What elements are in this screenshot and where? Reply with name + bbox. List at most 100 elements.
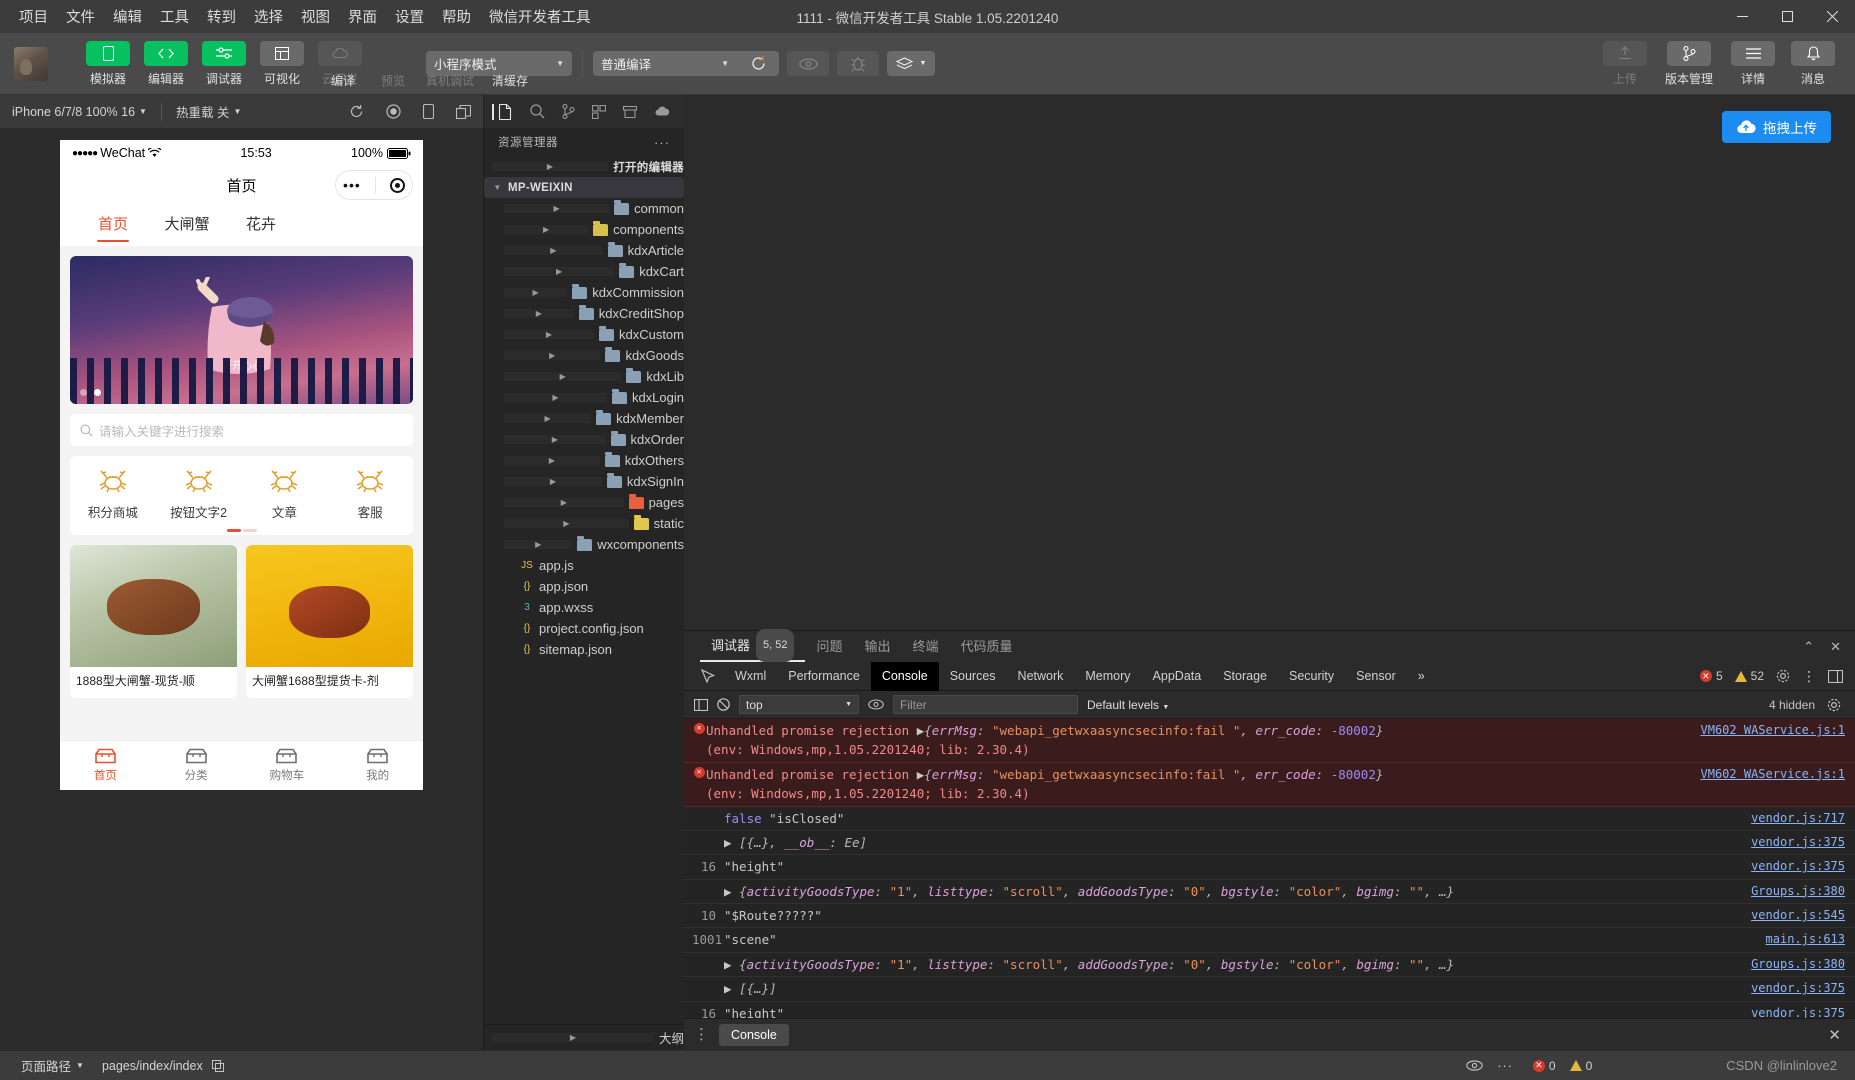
menu-item-project[interactable]: 项目 [10,2,57,31]
grid-item-service[interactable]: 客服 [327,468,413,521]
menu-item-devtools[interactable]: 微信开发者工具 [480,2,600,31]
cloud-icon[interactable] [654,106,670,117]
tabbar-item-home[interactable]: 首页 [60,741,151,790]
tree-item-common[interactable]: common [484,198,684,219]
expand-arrow-icon[interactable]: ▶ [724,957,739,972]
tree-item-kdxmember[interactable]: kdxMember [484,408,684,429]
console-log-row[interactable]: ▶ {activityGoodsType: "1", listtype: "sc… [684,953,1855,978]
console-log-row[interactable]: 1001 "scene" main.js:613 [684,928,1855,953]
console-error-row[interactable]: ✕ Unhandled promise rejection ▶{errMsg: "… [684,762,1855,807]
clear-icon[interactable] [717,698,730,711]
phone-tab-home[interactable]: 首页 [76,204,150,246]
toolbar-button-details[interactable]: 详情 [1727,40,1779,87]
console-log-row[interactable]: ▶ [{…}] vendor.js:375 [684,977,1855,1002]
panel-tab-sensor[interactable]: Sensor [1345,662,1407,691]
kebab-icon[interactable]: ⋮ [1802,669,1816,683]
refresh-icon[interactable] [349,104,364,119]
collapse-icon[interactable]: ⌃ [1803,639,1814,655]
branch-icon[interactable] [562,104,575,119]
phone-tab-flower[interactable]: 花卉 [224,204,298,246]
status-page-path-label[interactable]: 页面路径 ▼ [12,1051,93,1080]
tree-section-project[interactable]: MP-WEIXIN [484,177,684,198]
explorer-outline-section[interactable]: 大纲 [484,1024,684,1050]
tree-item-kdxcommission[interactable]: kdxCommission [484,282,684,303]
banner-carousel[interactable]: 开开心心 [70,256,413,404]
console-source-link[interactable]: VM602 WAService.js:1 [1687,721,1846,740]
eye-icon[interactable] [1466,1060,1484,1071]
status-warning-count[interactable]: 0 [1569,1059,1592,1073]
wechat-capsule[interactable]: ••• [335,170,413,200]
more-icon[interactable]: ··· [654,135,670,150]
gear-icon[interactable] [1827,698,1845,712]
tabbar-item-cart[interactable]: 购物车 [242,741,333,790]
menu-item-interface[interactable]: 界面 [339,2,386,31]
close-button[interactable] [1810,0,1855,33]
tree-item-project-config[interactable]: {} project.config.json [484,618,684,639]
panel-tab-performance[interactable]: Performance [777,662,871,691]
extensions-icon[interactable] [592,104,606,119]
grid-item-credit-shop[interactable]: 积分商城 [70,468,156,521]
tree-item-kdxcreditshop[interactable]: kdxCreditShop [484,303,684,324]
file-tree[interactable]: 打开的编辑器 MP-WEIXIN common components kdxAr… [484,156,684,1024]
tree-item-kdxsignin[interactable]: kdxSignIn [484,471,684,492]
error-count-badge[interactable]: ✕ 5 [1699,669,1723,683]
tree-item-app-wxss[interactable]: 3 app.wxss [484,597,684,618]
panel-tab-sources[interactable]: Sources [939,662,1007,691]
console-source-link[interactable]: vendor.js:717 [1737,809,1845,828]
console-log-list[interactable]: ✕ Unhandled promise rejection ▶{errMsg: "… [684,719,1855,1018]
tree-item-kdxgoods[interactable]: kdxGoods [484,345,684,366]
tree-item-sitemap[interactable]: {} sitemap.json [484,639,684,660]
banner-dot[interactable] [80,389,87,396]
product-card[interactable]: 1888型大闸蟹-现货-顺 [70,545,237,698]
console-filter-input[interactable]: Filter [893,695,1078,714]
minimize-button[interactable] [1720,0,1765,33]
tree-item-kdxlogin[interactable]: kdxLogin [484,387,684,408]
expand-arrow-icon[interactable]: ▶ [724,835,739,850]
console-error-row[interactable]: ✕ Unhandled promise rejection ▶{errMsg: "… [684,719,1855,763]
phone-tab-crab[interactable]: 大闸蟹 [150,204,224,246]
close-icon[interactable]: ✕ [1830,639,1841,655]
console-source-link[interactable]: vendor.js:375 [1737,857,1845,876]
avatar[interactable] [14,46,48,81]
remote-debug-button[interactable] [837,51,879,76]
console-log-row[interactable]: false "isClosed" vendor.js:717 [684,807,1855,831]
more-icon[interactable]: ··· [1497,1059,1513,1073]
capsule-more-icon[interactable]: ••• [343,177,361,193]
panel-tab-storage[interactable]: Storage [1212,662,1278,691]
close-icon[interactable]: ✕ [1828,1026,1855,1044]
inspect-element-icon[interactable] [692,669,724,683]
banner-dots[interactable] [80,389,101,396]
tree-item-static[interactable]: static [484,513,684,534]
warning-count-badge[interactable]: 52 [1734,669,1764,683]
console-log-row[interactable]: 16 "height" vendor.js:375 [684,1002,1855,1019]
console-context-select[interactable]: top ▼ [739,695,859,714]
menu-item-help[interactable]: 帮助 [433,2,480,31]
console-source-link[interactable]: Groups.js:380 [1737,882,1845,901]
toolbar-button-version[interactable]: 版本管理 [1659,40,1719,87]
console-log-row[interactable]: ▶ [{…}, __ob__: Ee] vendor.js:375 [684,831,1855,856]
hot-reload-select[interactable]: 热重载 关 [176,102,229,121]
tree-item-kdxcart[interactable]: kdxCart [484,261,684,282]
toolbar-button-upload[interactable]: 上传 [1599,40,1651,87]
devtools-tab-code-quality[interactable]: 代码质量 [950,631,1024,662]
tree-item-kdxarticle[interactable]: kdxArticle [484,240,684,261]
product-card[interactable]: 大闸蟹1688型提货卡-剂 [246,545,413,698]
console-levels-select[interactable]: Default levels ▼ [1087,698,1169,712]
gear-icon[interactable] [1776,669,1790,683]
panel-tab-memory[interactable]: Memory [1074,662,1141,691]
expand-arrow-icon[interactable]: ▶ [724,981,739,996]
phone-search-input[interactable]: 请输入关键字进行搜索 [70,414,413,446]
status-page-path[interactable]: pages/index/index [93,1051,233,1080]
menu-item-settings[interactable]: 设置 [386,2,433,31]
files-icon[interactable] [492,103,513,120]
panel-tab-wxml[interactable]: Wxml [724,662,777,691]
archive-icon[interactable] [623,105,637,119]
expand-arrow-icon[interactable]: ▶ [724,884,739,899]
status-error-count[interactable]: ✕ 0 [1532,1059,1556,1073]
compile-mode-select[interactable]: 普通编译 ▼ [593,51,737,76]
menu-item-goto[interactable]: 转到 [198,2,245,31]
menu-item-select[interactable]: 选择 [245,2,292,31]
devtools-tab-output[interactable]: 输出 [854,631,902,662]
tree-item-app-js[interactable]: JS app.js [484,555,684,576]
tree-item-kdxlib[interactable]: kdxLib [484,366,684,387]
